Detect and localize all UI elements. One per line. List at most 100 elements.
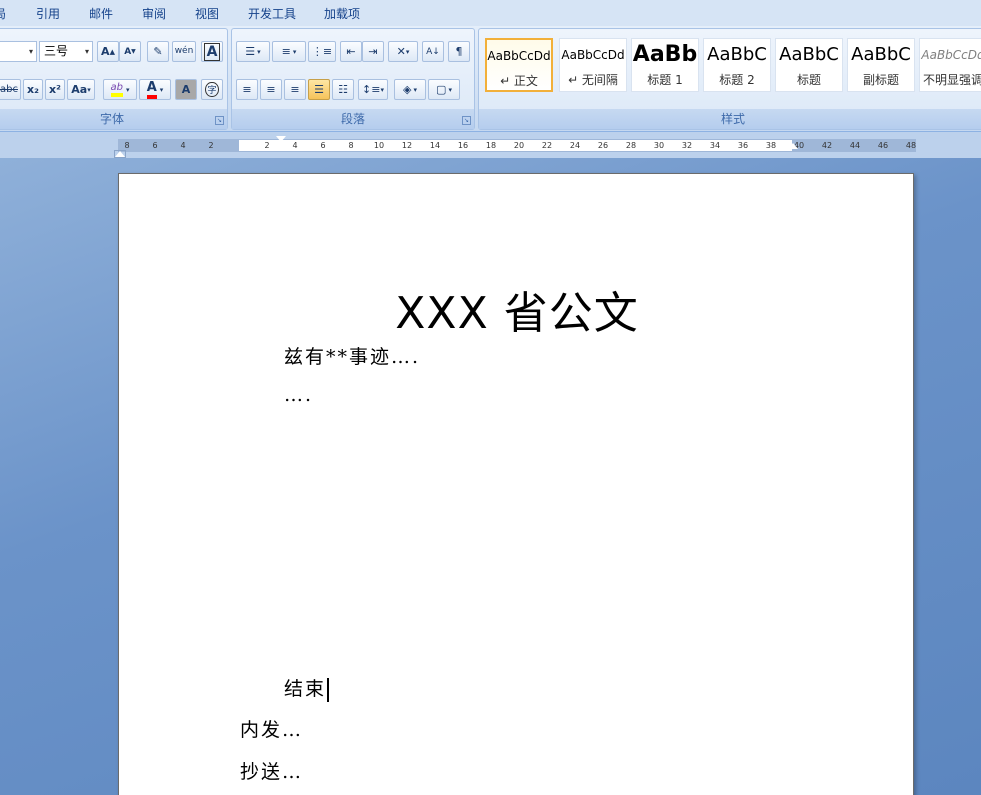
numbering-button[interactable]: ≡ ▾ xyxy=(272,41,306,62)
ruler-number: 6 xyxy=(320,141,326,150)
paragraph-dialog-launcher-icon[interactable]: ↘ xyxy=(462,116,471,125)
ruler-number: 38 xyxy=(765,141,777,150)
style-no-spacing[interactable]: AaBbCcDd ↵ 无间隔 xyxy=(559,38,627,92)
style-subtitle[interactable]: AaBbC 副标题 xyxy=(847,38,915,92)
style-heading-2-sample: AaBbC xyxy=(707,44,767,65)
body-line-2[interactable]: …. xyxy=(284,384,313,406)
font-group: ▾ 三号 ▾ A ▲ A ▼ ✎ wén A abc x₂ x² Aa ▾ ab ▾ A ▾… xyxy=(0,28,228,130)
change-case-button[interactable]: Aa ▾ xyxy=(67,79,95,100)
align-right-button[interactable]: ≡ xyxy=(284,79,306,100)
tab-view[interactable]: 视图 xyxy=(195,5,219,22)
style-subtitle-name: 副标题 xyxy=(862,73,899,87)
style-heading-1[interactable]: AaBb 标题 1 xyxy=(631,38,699,92)
multilevel-list-button[interactable]: ⋮≡ xyxy=(308,41,336,62)
align-left-icon: ≡ xyxy=(242,83,252,96)
paragraph-group: ☰ ▾ ≡ ▾ ⋮≡ ⇤ ⇥ ✕ ▾ A↓ ¶ ≡ ≡ ≡ ☰ ☷ ↕≡ ▾ ◈ ▾ ▢ ▾… xyxy=(231,28,475,130)
chinese-layout-icon: ✕ xyxy=(396,45,406,58)
ruler-number: 14 xyxy=(429,141,441,150)
font-dialog-launcher-icon[interactable]: ↘ xyxy=(215,116,224,125)
style-subtle-emphasis[interactable]: AaBbCcDd 不明显强调 xyxy=(919,38,981,92)
style-title-name: 标题 xyxy=(796,73,821,87)
ruler-number: 2 xyxy=(208,141,214,150)
ruler-number: 28 xyxy=(625,141,637,150)
strikethrough-button[interactable]: abc xyxy=(0,79,21,100)
bullets-button[interactable]: ☰ ▾ xyxy=(236,41,270,62)
paragraph-mark-icon: ¶ xyxy=(455,45,463,58)
menu-bar: 局 引用 邮件 审阅 视图 开发工具 加载项 xyxy=(0,0,981,26)
phonetic-guide-icon: wén xyxy=(174,46,194,56)
tab-addins[interactable]: 加载项 xyxy=(324,5,360,22)
char-border-button[interactable]: A xyxy=(201,41,223,62)
font-color-icon: A xyxy=(146,80,157,99)
sort-button[interactable]: A↓ xyxy=(422,41,444,62)
grow-font-button[interactable]: A ▲ xyxy=(97,41,119,62)
tab-review[interactable]: 审阅 xyxy=(142,5,166,22)
document-page[interactable]: XXX 省公文 兹有**事迹…. …. 结束 内发… 抄送… xyxy=(118,173,914,795)
ruler-number: 36 xyxy=(737,141,749,150)
numbering-icon: ≡ xyxy=(281,45,291,58)
ruler-area: 8 6 4 2 2 4 6 8 10 12 14 16 18 20 22 24 26 28 30 32 34 36 38 40… xyxy=(0,132,981,158)
right-indent-marker[interactable] xyxy=(788,143,798,149)
phonetic-guide-button[interactable]: wén xyxy=(172,41,196,62)
shrink-font-button[interactable]: A ▼ xyxy=(119,41,141,62)
font-color-button[interactable]: A ▾ xyxy=(139,79,171,100)
first-line-indent-marker[interactable] xyxy=(276,136,286,142)
style-normal[interactable]: AaBbCcDd ↵ 正文 xyxy=(485,38,553,92)
tab-layout[interactable]: 局 xyxy=(0,5,6,22)
shading-button[interactable]: ◈ ▾ xyxy=(394,79,426,100)
chinese-layout-button[interactable]: ✕ ▾ xyxy=(388,41,418,62)
superscript-icon: x² xyxy=(49,83,61,96)
ruler-number: 8 xyxy=(348,141,354,150)
style-heading-2[interactable]: AaBbC 标题 2 xyxy=(703,38,771,92)
strikethrough-icon: abc xyxy=(0,84,18,95)
align-center-icon: ≡ xyxy=(266,83,276,96)
ruler-number: 2 xyxy=(264,141,270,150)
style-no-spacing-name: ↵ 无间隔 xyxy=(568,73,618,87)
highlight-button[interactable]: ab ▾ xyxy=(103,79,137,100)
multilevel-list-icon: ⋮≡ xyxy=(311,45,333,58)
superscript-button[interactable]: x² xyxy=(45,79,65,100)
increase-indent-button[interactable]: ⇥ xyxy=(362,41,384,62)
distributed-button[interactable]: ☷ xyxy=(332,79,354,100)
style-heading-1-name: 标题 1 xyxy=(647,73,683,87)
paragraph-group-label: 段落 xyxy=(232,109,474,129)
justify-button[interactable]: ☰ xyxy=(308,79,330,100)
font-group-label: 字体 xyxy=(0,109,227,129)
tab-references[interactable]: 引用 xyxy=(36,5,60,22)
document-title[interactable]: XXX 省公文 xyxy=(119,277,915,341)
style-heading-1-sample: AaBb xyxy=(632,42,698,67)
subscript-button[interactable]: x₂ xyxy=(23,79,43,100)
show-marks-button[interactable]: ¶ xyxy=(448,41,470,62)
align-center-button[interactable]: ≡ xyxy=(260,79,282,100)
document-workspace: XXX 省公文 兹有**事迹…. …. 结束 内发… 抄送… xyxy=(0,158,981,795)
closing-line[interactable]: 结束 xyxy=(284,674,330,702)
styles-group-label: 样式 xyxy=(479,109,981,129)
char-shading-button[interactable]: A xyxy=(175,79,197,100)
decrease-indent-button[interactable]: ⇤ xyxy=(340,41,362,62)
style-title[interactable]: AaBbC 标题 xyxy=(775,38,843,92)
borders-button[interactable]: ▢ ▾ xyxy=(428,79,460,100)
ribbon: ▾ 三号 ▾ A ▲ A ▼ ✎ wén A abc x₂ x² Aa ▾ ab ▾ A ▾… xyxy=(0,26,981,132)
subscript-icon: x₂ xyxy=(27,83,39,96)
style-subtle-emphasis-name: 不明显强调 xyxy=(922,73,981,87)
font-size-combo[interactable]: 三号 ▾ xyxy=(39,41,93,62)
enclose-char-icon: 字 xyxy=(205,82,219,97)
hanging-indent-marker[interactable] xyxy=(114,150,126,158)
align-left-button[interactable]: ≡ xyxy=(236,79,258,100)
cc-line[interactable]: 抄送… xyxy=(240,757,303,784)
style-subtitle-sample: AaBbC xyxy=(851,44,911,65)
tab-mailings[interactable]: 邮件 xyxy=(89,5,113,22)
closing-text: 结束 xyxy=(284,678,327,700)
clear-format-button[interactable]: ✎ xyxy=(147,41,169,62)
char-shading-icon: A xyxy=(181,83,191,96)
ruler-number: 10 xyxy=(373,141,385,150)
body-line-1[interactable]: 兹有**事迹…. xyxy=(284,342,420,369)
internal-distribution-line[interactable]: 内发… xyxy=(240,715,303,742)
style-normal-name: ↵ 正文 xyxy=(500,74,538,88)
font-name-combo[interactable]: ▾ xyxy=(0,41,37,62)
tab-developer[interactable]: 开发工具 xyxy=(248,5,296,22)
line-spacing-button[interactable]: ↕≡ ▾ xyxy=(358,79,388,100)
enclose-char-button[interactable]: 字 xyxy=(201,79,223,100)
border-icon: ▢ xyxy=(436,83,447,96)
style-no-spacing-sample: AaBbCcDd xyxy=(561,48,625,62)
